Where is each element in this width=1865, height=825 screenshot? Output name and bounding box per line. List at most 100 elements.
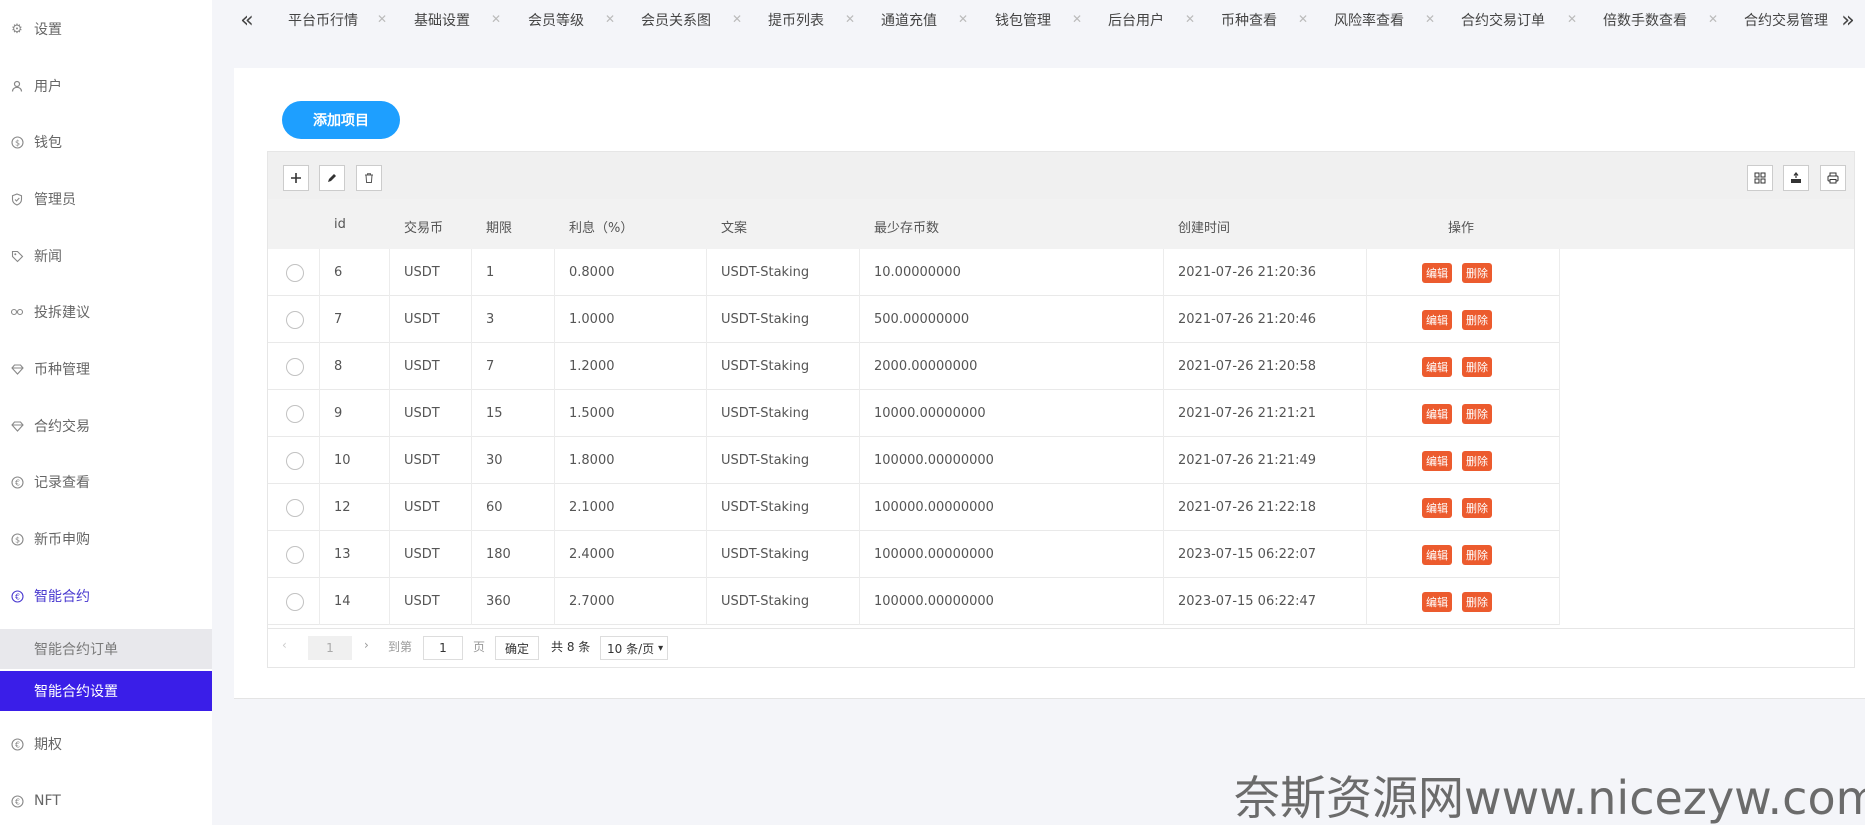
edit-button[interactable]: 编辑 [1422, 497, 1452, 518]
sidebar-item-news[interactable]: 新闻 [0, 236, 212, 276]
diamond-icon [8, 417, 26, 435]
cell-copy: USDT-Staking [707, 437, 860, 484]
euro-icon: € [8, 473, 26, 491]
cell-created: 2021-07-26 21:21:21 [1164, 390, 1367, 437]
sidebar-item-new-coin[interactable]: $ 新币申购 [0, 519, 212, 559]
row-radio[interactable] [286, 592, 304, 611]
export-icon[interactable] [1783, 165, 1809, 191]
close-icon[interactable]: ✕ [732, 12, 742, 26]
delete-button[interactable]: 删除 [1462, 497, 1492, 518]
scroll-right-icon[interactable]: » [1837, 6, 1859, 34]
trash-icon[interactable] [356, 165, 382, 191]
sidebar-item-admins[interactable]: 管理员 [0, 179, 212, 219]
row-radio[interactable] [286, 404, 304, 423]
close-icon[interactable]: ✕ [491, 12, 501, 26]
edit-button[interactable]: 编辑 [1422, 262, 1452, 283]
row-radio[interactable] [286, 310, 304, 329]
print-icon[interactable] [1820, 165, 1846, 191]
row-radio[interactable] [286, 451, 304, 470]
sidebar-item-records[interactable]: € 记录查看 [0, 462, 212, 502]
scroll-left-icon[interactable]: « [236, 6, 258, 34]
edit-button[interactable]: 编辑 [1422, 309, 1452, 330]
table-row: 9 USDT 15 1.5000 USDT-Staking 10000.0000… [268, 390, 1560, 437]
delete-button[interactable]: 删除 [1462, 544, 1492, 565]
delete-button[interactable]: 删除 [1462, 403, 1492, 424]
column-header-rate[interactable]: 利息（%） [569, 217, 633, 236]
close-icon[interactable]: ✕ [845, 12, 855, 26]
sidebar-item-contract-trade[interactable]: 合约交易 [0, 406, 212, 446]
cell-copy: USDT-Staking [707, 249, 860, 296]
close-icon[interactable]: ✕ [1567, 12, 1577, 26]
edit-icon[interactable] [319, 165, 345, 191]
sidebar-item-options[interactable]: € 期权 [0, 724, 212, 764]
tab-platform-coin-market[interactable]: 平台币行情 [288, 10, 358, 32]
cell-min-deposit: 10.00000000 [860, 249, 1164, 296]
goto-page-input[interactable]: 1 [423, 636, 463, 660]
current-page[interactable]: 1 [308, 636, 352, 660]
close-icon[interactable]: ✕ [1185, 12, 1195, 26]
close-icon[interactable]: ✕ [1425, 12, 1435, 26]
edit-button[interactable]: 编辑 [1422, 403, 1452, 424]
cell-rate: 1.5000 [555, 390, 707, 437]
cell-copy: USDT-Staking [707, 343, 860, 390]
row-radio[interactable] [286, 545, 304, 564]
delete-button[interactable]: 删除 [1462, 450, 1492, 471]
sidebar-subitem-smart-contract-settings[interactable]: 智能合约设置 [0, 671, 212, 711]
row-radio[interactable] [286, 263, 304, 282]
sidebar-item-users[interactable]: 用户 [0, 66, 212, 106]
prev-page-icon[interactable]: ‹ [282, 638, 287, 652]
tab-contract-orders[interactable]: 合约交易订单 [1461, 10, 1545, 32]
tab-wallet-management[interactable]: 钱包管理 [995, 10, 1051, 32]
tab-member-level[interactable]: 会员等级 [528, 10, 584, 32]
sidebar-item-coins[interactable]: 币种管理 [0, 349, 212, 389]
column-header-term[interactable]: 期限 [486, 217, 512, 236]
row-radio[interactable] [286, 357, 304, 376]
delete-button[interactable]: 删除 [1462, 309, 1492, 330]
close-icon[interactable]: ✕ [1298, 12, 1308, 26]
cell-created: 2021-07-26 21:20:58 [1164, 343, 1367, 390]
edit-button[interactable]: 编辑 [1422, 450, 1452, 471]
sidebar-item-settings[interactable]: ⚙ 设置 [0, 9, 212, 49]
column-header-created[interactable]: 创建时间 [1178, 217, 1230, 236]
delete-button[interactable]: 删除 [1462, 356, 1492, 377]
delete-button[interactable]: 删除 [1462, 262, 1492, 283]
columns-icon[interactable] [1747, 165, 1773, 191]
close-icon[interactable]: ✕ [377, 12, 387, 26]
add-icon[interactable] [283, 165, 309, 191]
svg-text:$: $ [14, 138, 19, 147]
add-item-button[interactable]: 添加项目 [282, 101, 400, 139]
tab-channel-recharge[interactable]: 通道充值 [881, 10, 937, 32]
close-icon[interactable]: ✕ [1072, 12, 1082, 26]
column-header-min-deposit[interactable]: 最少存币数 [874, 217, 939, 236]
next-page-icon[interactable]: › [364, 638, 369, 652]
tab-coin-view[interactable]: 币种查看 [1221, 10, 1277, 32]
close-icon[interactable]: ✕ [1708, 12, 1718, 26]
tab-risk-rate[interactable]: 风险率查看 [1334, 10, 1404, 32]
cell-id: 10 [320, 437, 390, 484]
close-icon[interactable]: ✕ [605, 12, 615, 26]
sidebar-item-label: 币种管理 [34, 362, 90, 378]
edit-button[interactable]: 编辑 [1422, 591, 1452, 612]
column-header-copy[interactable]: 文案 [721, 217, 747, 236]
sidebar-item-wallet[interactable]: $ 钱包 [0, 122, 212, 162]
tab-backend-users[interactable]: 后台用户 [1108, 10, 1164, 32]
column-header-coin[interactable]: 交易币 [404, 217, 443, 236]
close-icon[interactable]: ✕ [958, 12, 968, 26]
page-size-select[interactable]: 10 条/页 ▾ [600, 636, 668, 660]
sidebar-subitem-smart-contract-orders[interactable]: 智能合约订单 [0, 629, 212, 669]
cell-coin: USDT [390, 437, 472, 484]
sidebar-item-smart-contract[interactable]: € 智能合约 [0, 576, 212, 616]
tab-withdraw-list[interactable]: 提币列表 [768, 10, 824, 32]
delete-button[interactable]: 删除 [1462, 591, 1492, 612]
row-radio[interactable] [286, 498, 304, 517]
tab-basic-settings[interactable]: 基础设置 [414, 10, 470, 32]
edit-button[interactable]: 编辑 [1422, 544, 1452, 565]
tab-multiple-lots[interactable]: 倍数手数查看 [1603, 10, 1687, 32]
tab-member-graph[interactable]: 会员关系图 [641, 10, 711, 32]
confirm-page-button[interactable]: 确定 [495, 636, 539, 660]
edit-button[interactable]: 编辑 [1422, 356, 1452, 377]
column-header-id[interactable]: id [334, 217, 346, 232]
sidebar-item-feedback[interactable]: 投拆建议 [0, 292, 212, 332]
tab-contract-management[interactable]: 合约交易管理 [1744, 10, 1828, 32]
sidebar-item-nft[interactable]: € NFT [0, 781, 212, 821]
